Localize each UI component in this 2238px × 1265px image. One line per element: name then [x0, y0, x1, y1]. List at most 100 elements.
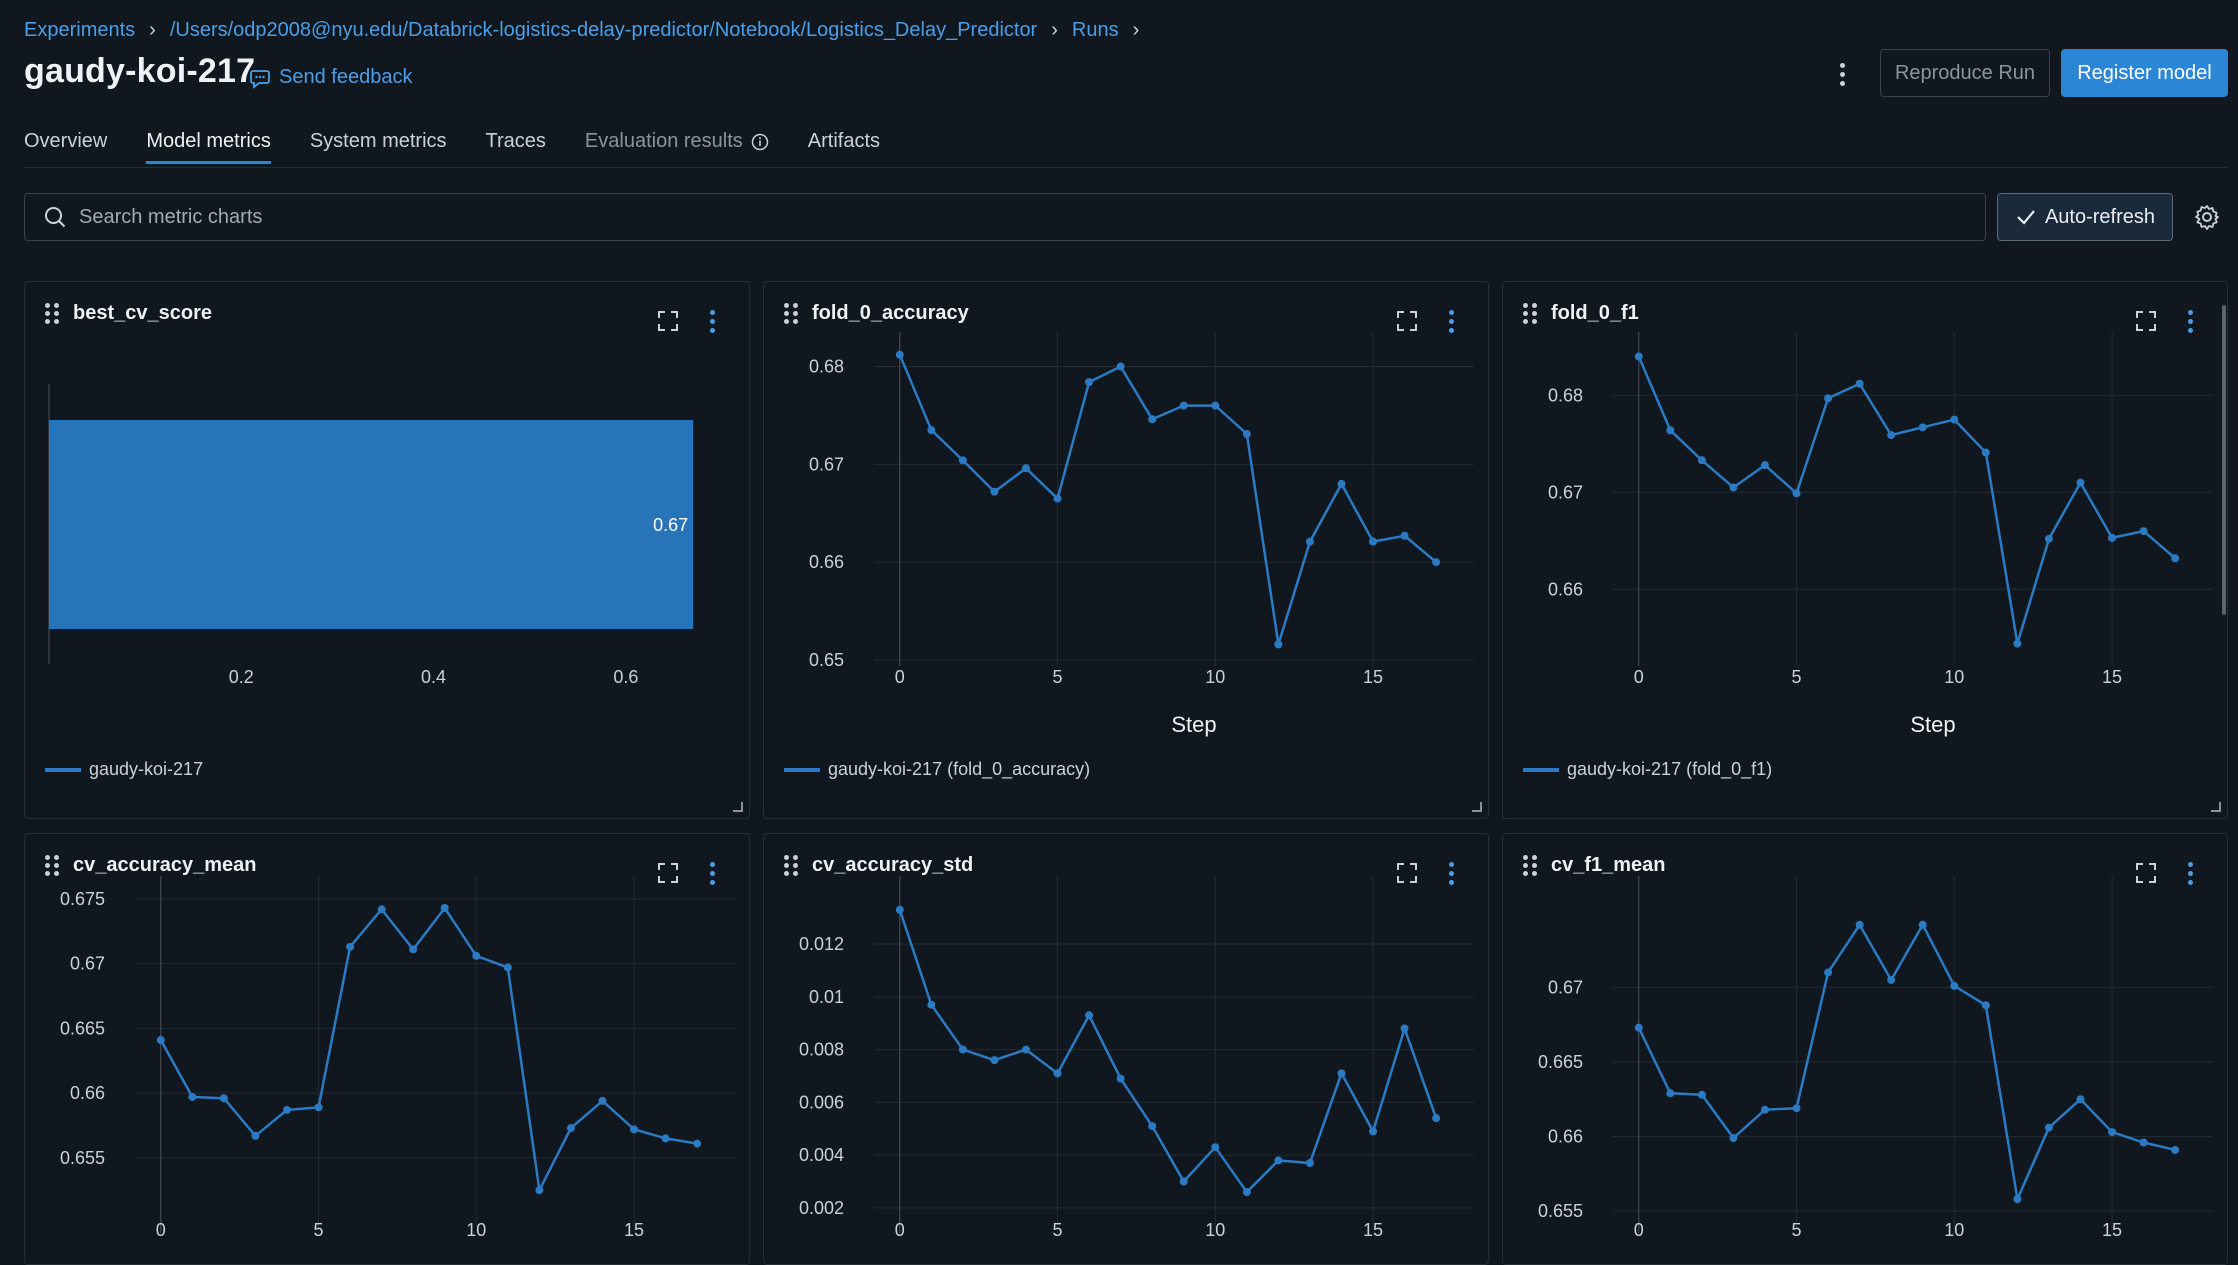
data-point[interactable] [1085, 1011, 1094, 1020]
data-point[interactable] [1729, 1134, 1738, 1143]
breadcrumb-experiments-link[interactable]: Experiments [24, 19, 135, 42]
data-point[interactable] [1400, 1024, 1409, 1033]
data-point[interactable] [188, 1092, 197, 1101]
auto-refresh-button[interactable]: Auto-refresh [1997, 193, 2173, 241]
data-point[interactable] [2076, 478, 2085, 487]
resize-handle-icon[interactable] [2211, 802, 2221, 812]
search-metric-charts-input[interactable] [79, 205, 1879, 229]
data-point[interactable] [895, 350, 904, 359]
data-point[interactable] [895, 905, 904, 914]
data-point[interactable] [1211, 1143, 1220, 1152]
data-point[interactable] [346, 942, 355, 951]
data-point[interactable] [377, 905, 386, 914]
data-point[interactable] [1887, 431, 1896, 440]
data-point[interactable] [1053, 1069, 1062, 1078]
tab-overview[interactable]: Overview [24, 130, 107, 161]
chart-legend[interactable]: gaudy-koi-217 (fold_0_accuracy) [784, 759, 1090, 780]
tab-evaluation-results[interactable]: Evaluation results [585, 130, 769, 161]
scrollbar[interactable] [2222, 305, 2226, 615]
data-point[interactable] [1634, 1023, 1643, 1032]
data-point[interactable] [1887, 975, 1896, 984]
data-point[interactable] [1760, 1105, 1769, 1114]
data-point[interactable] [409, 945, 418, 954]
data-point[interactable] [2013, 639, 2022, 648]
data-point[interactable] [958, 456, 967, 465]
data-point[interactable] [440, 904, 449, 913]
tab-model-metrics[interactable]: Model metrics [146, 130, 272, 164]
data-point[interactable] [282, 1105, 291, 1114]
data-point[interactable] [1305, 1159, 1314, 1168]
data-point[interactable] [1666, 426, 1675, 435]
data-point[interactable] [1697, 1090, 1706, 1099]
data-point[interactable] [1918, 423, 1927, 432]
data-point[interactable] [1950, 415, 1959, 424]
data-point[interactable] [1305, 537, 1314, 546]
data-point[interactable] [1855, 379, 1864, 388]
data-point[interactable] [661, 1134, 670, 1143]
data-point[interactable] [1666, 1089, 1675, 1098]
data-point[interactable] [1148, 415, 1157, 424]
data-point[interactable] [1021, 464, 1030, 473]
data-point[interactable] [1855, 920, 1864, 929]
data-point[interactable] [1148, 1122, 1157, 1131]
data-point[interactable] [598, 1096, 607, 1105]
tab-system-metrics[interactable]: System metrics [310, 130, 447, 161]
data-point[interactable] [1981, 1001, 1990, 1010]
gear-icon[interactable] [2193, 203, 2221, 231]
data-point[interactable] [1918, 920, 1927, 929]
data-point[interactable] [2139, 1138, 2148, 1147]
tab-traces[interactable]: Traces [486, 130, 546, 161]
data-point[interactable] [1116, 1074, 1125, 1083]
data-point[interactable] [1053, 494, 1062, 503]
chart-legend[interactable]: gaudy-koi-217 (fold_0_f1) [1523, 759, 1772, 780]
data-point[interactable] [1337, 1069, 1346, 1078]
data-point[interactable] [1369, 537, 1378, 546]
data-point[interactable] [630, 1125, 639, 1134]
data-point[interactable] [1242, 1188, 1251, 1197]
bar[interactable] [49, 420, 694, 629]
data-point[interactable] [1432, 558, 1441, 567]
data-point[interactable] [535, 1186, 544, 1195]
data-point[interactable] [1792, 1104, 1801, 1113]
data-point[interactable] [1792, 489, 1801, 498]
data-point[interactable] [1179, 401, 1188, 410]
data-point[interactable] [2108, 1128, 2117, 1137]
register-model-button[interactable]: Register model [2061, 49, 2228, 97]
data-point[interactable] [2171, 554, 2180, 563]
data-point[interactable] [693, 1139, 702, 1148]
data-point[interactable] [1337, 479, 1346, 488]
data-point[interactable] [1824, 394, 1833, 403]
breadcrumb-experiment-path-link[interactable]: /Users/odp2008@nyu.edu/Databrick-logisti… [170, 19, 1037, 42]
data-point[interactable] [566, 1124, 575, 1133]
more-options-icon[interactable] [1830, 58, 1854, 90]
data-point[interactable] [1697, 456, 1706, 465]
data-point[interactable] [2044, 534, 2053, 543]
data-point[interactable] [2013, 1195, 2022, 1204]
data-point[interactable] [251, 1131, 260, 1140]
data-point[interactable] [990, 487, 999, 496]
data-point[interactable] [2171, 1145, 2180, 1154]
data-point[interactable] [503, 963, 512, 972]
data-point[interactable] [1824, 968, 1833, 977]
data-point[interactable] [927, 1000, 936, 1009]
resize-handle-icon[interactable] [1472, 802, 1482, 812]
data-point[interactable] [1400, 531, 1409, 540]
data-point[interactable] [1760, 461, 1769, 470]
data-point[interactable] [1085, 378, 1094, 387]
data-point[interactable] [1021, 1045, 1030, 1054]
data-point[interactable] [1179, 1177, 1188, 1186]
data-point[interactable] [958, 1045, 967, 1054]
data-point[interactable] [1242, 429, 1251, 438]
data-point[interactable] [1369, 1127, 1378, 1136]
data-point[interactable] [2076, 1095, 2085, 1104]
data-point[interactable] [1729, 483, 1738, 492]
data-point[interactable] [927, 426, 936, 435]
data-point[interactable] [1116, 362, 1125, 371]
data-point[interactable] [314, 1103, 323, 1112]
data-point[interactable] [2044, 1123, 2053, 1132]
tab-artifacts[interactable]: Artifacts [808, 130, 880, 161]
data-point[interactable] [219, 1094, 228, 1103]
data-point[interactable] [472, 951, 481, 960]
data-point[interactable] [1274, 1156, 1283, 1165]
breadcrumb-runs-link[interactable]: Runs [1072, 19, 1119, 42]
